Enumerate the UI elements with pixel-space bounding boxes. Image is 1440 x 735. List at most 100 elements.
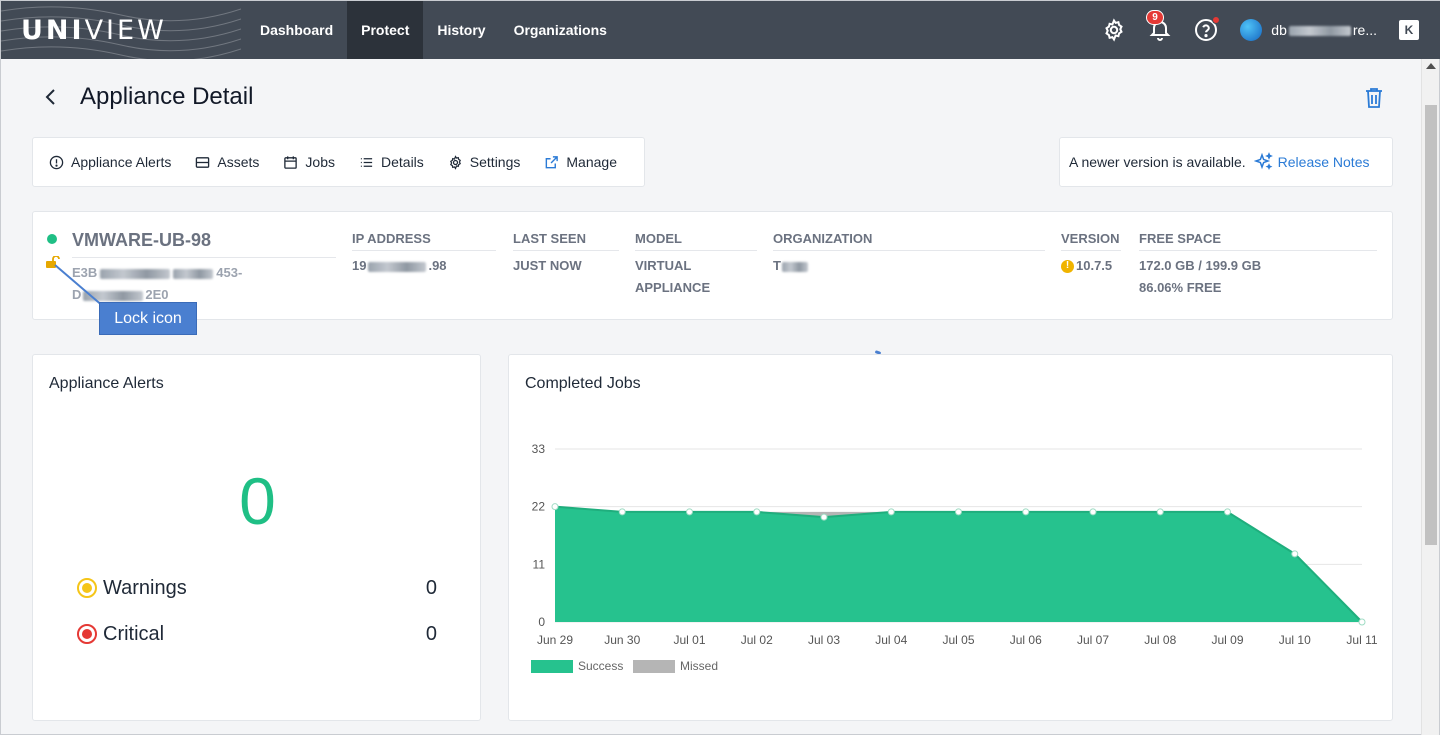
model-value-line1: VIRTUAL <box>635 258 692 273</box>
nav-organizations[interactable]: Organizations <box>500 1 621 59</box>
appliance-alerts-card: Appliance Alerts 0 Warnings 0 Critical 0 <box>32 354 481 721</box>
tab-label: Manage <box>566 154 617 170</box>
back-arrow-icon[interactable] <box>39 85 63 109</box>
nav-protect[interactable]: Protect <box>347 1 424 59</box>
data-point[interactable] <box>820 513 828 521</box>
user-avatar <box>1240 19 1263 41</box>
critical-label: Critical <box>103 622 165 645</box>
x-tick-label: Jun 29 <box>537 633 573 647</box>
appliance-tabs: Appliance Alerts Assets Jobs Details Set… <box>32 137 645 187</box>
alerts-total-count: 0 <box>239 464 276 538</box>
legend-success-swatch <box>531 660 573 673</box>
model-column: MODEL VIRTUAL APPLIANCE <box>635 231 757 299</box>
k-app-button[interactable]: K <box>1399 20 1419 40</box>
release-notes-label: Release Notes <box>1277 154 1370 170</box>
y-tick-label: 33 <box>532 442 546 456</box>
y-tick-label: 11 <box>533 557 546 571</box>
version-notice-panel: A newer version is available. Release No… <box>1059 137 1393 187</box>
x-tick-label: Jul 06 <box>1010 633 1042 647</box>
version-header: VERSION <box>1061 231 1121 251</box>
lock-icon[interactable] <box>45 256 61 268</box>
tab-label: Settings <box>469 154 521 170</box>
data-point[interactable] <box>1089 508 1097 516</box>
external-link-icon <box>546 155 559 168</box>
critical-count: 0 <box>425 622 437 645</box>
server-icon <box>196 156 210 168</box>
data-point[interactable] <box>1156 508 1164 516</box>
organization-header: ORGANIZATION <box>773 231 1045 251</box>
ip-address-value: 19.98 <box>352 258 447 273</box>
data-point[interactable] <box>1291 550 1299 558</box>
data-point[interactable] <box>551 503 559 511</box>
nav-right-tools: 9 db re... K <box>1102 1 1440 59</box>
last-seen-column: LAST SEEN JUST NOW <box>513 231 619 277</box>
data-point[interactable] <box>887 508 895 516</box>
tab-label: Appliance Alerts <box>71 154 172 170</box>
gear-icon <box>449 154 461 170</box>
warnings-row[interactable]: Warnings 0 <box>77 575 437 601</box>
user-name: db re... <box>1271 22 1377 38</box>
organization-column: ORGANIZATION T <box>773 231 1045 277</box>
last-seen-value: JUST NOW <box>513 258 582 273</box>
series-success-area <box>555 506 1362 622</box>
scroll-thumb[interactable] <box>1425 105 1437 545</box>
data-point[interactable] <box>1224 508 1231 516</box>
notification-count-badge: 9 <box>1146 10 1164 25</box>
delete-trash-icon[interactable] <box>1363 86 1385 110</box>
completed-jobs-card: Completed Jobs Jun 29 Jun 30 Jul 01 Jul 02 J… <box>508 354 1393 721</box>
user-menu[interactable]: db re... <box>1240 19 1377 41</box>
x-tick-label: Jul 01 <box>673 633 705 647</box>
nav-history[interactable]: History <box>423 1 499 59</box>
scroll-up-arrow-icon[interactable] <box>1426 63 1436 69</box>
release-notes-link[interactable]: Release Notes <box>1253 152 1370 172</box>
model-header: MODEL <box>635 231 757 251</box>
tab-assets[interactable]: Assets <box>195 154 259 170</box>
alert-circle-icon <box>49 155 64 169</box>
main-nav: Dashboard Protect History Organizations <box>246 1 621 59</box>
page-scrollbar[interactable] <box>1421 59 1439 735</box>
data-point[interactable] <box>753 508 761 516</box>
legend-missed-label: Missed <box>680 659 718 673</box>
free-space-column: FREE SPACE 172.0 GB / 199.9 GB 86.06% FR… <box>1139 231 1377 299</box>
x-tick-label: Jun 30 <box>604 633 640 647</box>
top-nav: UNIVIEW Dashboard Protect History Organi… <box>1 1 1440 59</box>
x-tick-label: Jul 05 <box>942 633 974 647</box>
appliance-info-panel: VMWARE-UB-98 E3B 453- D 2E0 IP ADDRESS 19.… <box>32 211 1393 320</box>
tab-appliance-alerts[interactable]: Appliance Alerts <box>49 154 171 170</box>
critical-row[interactable]: Critical 0 <box>77 621 437 647</box>
data-point[interactable] <box>618 508 626 516</box>
data-point[interactable] <box>955 508 962 516</box>
data-point[interactable] <box>1022 508 1030 516</box>
last-seen-header: LAST SEEN <box>513 231 619 251</box>
tab-details[interactable]: Details <box>359 154 424 170</box>
settings-gear-icon[interactable] <box>1102 18 1126 42</box>
notifications-bell-icon[interactable]: 9 <box>1146 10 1172 42</box>
help-icon[interactable] <box>1194 16 1221 42</box>
tab-label: Details <box>381 154 424 170</box>
tab-jobs[interactable]: Jobs <box>283 154 335 170</box>
help-alert-dot <box>1212 16 1221 24</box>
data-point[interactable] <box>686 508 693 516</box>
free-space-percent: 86.06% FREE <box>1139 280 1222 295</box>
online-status-dot <box>47 234 57 244</box>
alerts-card-title: Appliance Alerts <box>49 375 164 392</box>
appliance-name: VMWARE-UB-98 <box>72 230 336 258</box>
x-tick-label: Jul 04 <box>875 633 907 647</box>
data-point[interactable] <box>1358 618 1366 626</box>
tab-settings[interactable]: Settings <box>448 154 521 170</box>
list-icon <box>360 157 373 167</box>
x-tick-label: Jul 07 <box>1077 633 1109 647</box>
warning-status-icon <box>77 578 97 598</box>
uniview-logo[interactable]: UNIVIEW <box>21 15 167 46</box>
warnings-label: Warnings <box>103 576 187 599</box>
free-space-header: FREE SPACE <box>1139 231 1377 251</box>
nav-dashboard[interactable]: Dashboard <box>246 1 347 59</box>
tab-label: Assets <box>217 154 260 170</box>
x-tick-label: Jul 02 <box>741 633 773 647</box>
completed-jobs-chart: Jun 29 Jun 30 Jul 01 Jul 02 Jul 03 Jul 04 Jul … <box>531 442 1378 673</box>
appliance-id: E3B 453- D 2E0 <box>72 265 243 302</box>
ip-address-header: IP ADDRESS <box>352 231 496 251</box>
version-notice-text: A newer version is available. <box>1069 154 1246 170</box>
legend-missed-swatch <box>633 660 675 673</box>
tab-manage[interactable]: Manage <box>544 154 617 170</box>
